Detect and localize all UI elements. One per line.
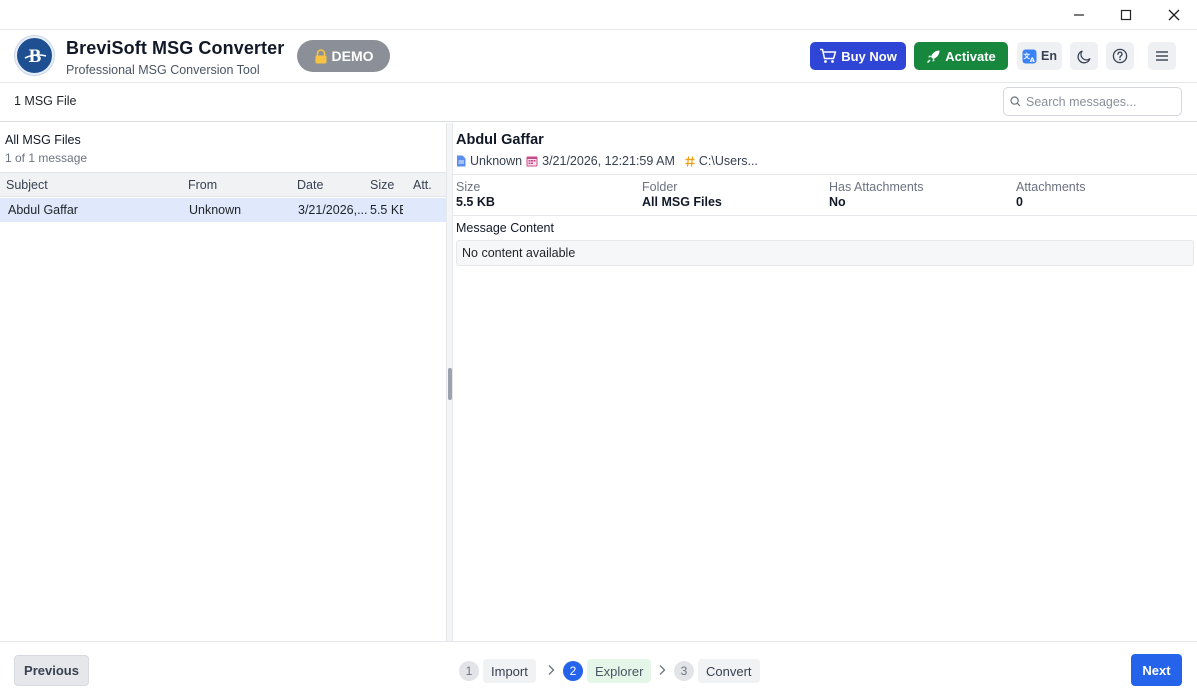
translate-icon: 文 A [1022,49,1037,63]
footer: Previous 1 Import 2 Explorer 3 Convert N… [0,641,1197,698]
prop-folder-label: Folder [642,180,678,194]
buy-now-label: Buy Now [841,48,897,64]
pane-splitter[interactable] [446,123,453,641]
chevron-right-icon [548,665,555,675]
prop-size-label: Size [456,180,481,194]
calendar-icon [526,156,538,167]
column-from[interactable]: From [188,178,217,192]
column-size[interactable]: Size [370,178,394,192]
search-input[interactable] [1026,94,1176,109]
svg-text:A: A [1030,55,1035,63]
prop-attachments-value: 0 [1016,195,1023,209]
list-header: Subject From Date Size Att. [0,172,446,197]
step-explorer[interactable]: Explorer [587,659,652,683]
message-meta: Unknown 3/21/2026, 12:21:59 AM C:\Users.… [456,154,758,168]
step-3-number: 3 [674,661,694,681]
prop-folder: Folder All MSG Files [642,180,722,209]
previous-button[interactable]: Previous [14,655,89,686]
cart-icon [820,48,837,63]
logo-icon: B [20,41,49,70]
app-subtitle: Professional MSG Conversion Tool [66,63,260,77]
lock-icon [315,48,326,63]
help-icon [1112,48,1128,64]
theme-toggle-button[interactable] [1070,42,1098,70]
prop-size-value: 5.5 KB [456,195,495,209]
prop-has-attachments-label: Has Attachments [829,180,924,194]
prop-attachments-label: Attachments [1016,180,1086,194]
minimize-icon [1074,14,1084,16]
document-icon [457,155,466,167]
language-label: En [1041,49,1057,63]
message-content-label: Message Content [456,221,554,235]
file-count: 1 MSG File [14,94,77,108]
moon-icon [1077,50,1090,63]
column-date[interactable]: Date [297,178,323,192]
message-properties: Size 5.5 KB Folder All MSG Files Has Att… [453,174,1197,216]
message-list-pane: All MSG Files 1 of 1 message Subject Fro… [0,123,446,641]
folder-title: All MSG Files [5,133,81,147]
app-header: B BreviSoft MSG Converter Professional M… [0,30,1197,83]
step-convert[interactable]: Convert [698,659,760,683]
folder-message-count: 1 of 1 message [5,151,88,165]
message-from: Unknown [470,154,523,168]
search-icon [1010,96,1021,107]
language-button[interactable]: 文 A En [1017,42,1062,70]
hamburger-icon [1156,51,1168,61]
message-detail-pane: Abdul Gaffar Unknown 3/21/2026, 12:21:59… [453,123,1197,641]
app-title: BreviSoft MSG Converter [66,38,285,58]
help-button[interactable] [1106,42,1134,70]
step-2-number: 2 [563,661,583,681]
next-button[interactable]: Next [1131,654,1182,686]
message-sender: Abdul Gaffar [456,132,544,148]
window-titlebar [0,0,1197,30]
prop-folder-value: All MSG Files [642,195,722,209]
demo-badge-label: DEMO [331,48,374,64]
buy-now-button[interactable]: Buy Now [810,42,906,70]
activate-button[interactable]: Activate [914,42,1008,70]
hash-icon [685,155,695,167]
message-datetime: 3/21/2026, 12:21:59 AM [542,154,675,168]
maximize-button[interactable] [1102,0,1150,30]
menu-button[interactable] [1148,42,1176,70]
step-import[interactable]: Import [483,659,536,683]
row-from: Unknown [189,203,242,217]
splitter-grip[interactable] [448,368,452,400]
rocket-icon [927,50,940,63]
row-size: 5.5 KB [370,203,403,217]
column-attachments[interactable]: Att. [413,178,432,192]
activate-label: Activate [945,48,996,64]
table-row[interactable]: Abdul Gaffar Unknown 3/21/2026,... 5.5 K… [0,198,446,222]
demo-badge: DEMO [297,40,390,72]
prop-size: Size 5.5 KB [456,180,495,209]
app-logo: B [15,36,54,75]
message-content-box: No content available [456,240,1194,266]
close-button[interactable] [1150,0,1197,30]
minimize-button[interactable] [1055,0,1103,30]
prop-has-attachments: Has Attachments No [829,180,924,209]
row-subject: Abdul Gaffar [8,203,78,217]
row-date: 3/21/2026,... [298,203,368,217]
step-1-number: 1 [459,661,479,681]
maximize-icon [1120,9,1132,21]
message-content-text: No content available [462,246,576,260]
close-icon [1168,9,1180,21]
prop-attachments: Attachments 0 [1016,180,1085,209]
toolbar: 1 MSG File [0,83,1197,122]
prop-has-attachments-value: No [829,195,846,209]
chevron-right-icon [659,665,666,675]
search-box[interactable] [1003,87,1182,116]
message-path: C:\Users... [698,154,758,168]
column-subject[interactable]: Subject [6,178,48,192]
